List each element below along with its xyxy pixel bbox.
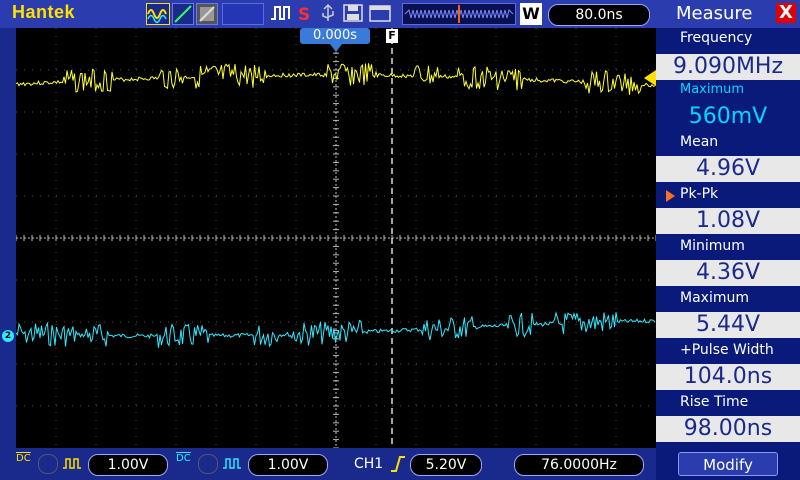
- trigger-frequency-display: 76.0000Hz: [514, 454, 644, 476]
- empty-slot: [222, 3, 264, 25]
- vector-mode-icon[interactable]: [172, 3, 194, 25]
- measure-value-pulse-width[interactable]: 104.0ns: [656, 364, 800, 390]
- measure-value-pk-pk[interactable]: 1.08V: [656, 208, 800, 234]
- trigger-time-marker[interactable]: 0.000s: [300, 28, 370, 44]
- measure-label-frequency: Frequency: [680, 30, 753, 46]
- measure-value-mean[interactable]: 4.96V: [656, 156, 800, 182]
- top-toolbar: Hantek S W 80.0ns: [0, 0, 656, 28]
- measure-label-minimum: Minimum: [680, 238, 745, 254]
- ch2-invert-icon[interactable]: [198, 454, 218, 474]
- ch1-coupling-icon[interactable]: DC: [16, 454, 32, 464]
- selected-indicator-icon: [666, 190, 675, 202]
- waveform-display-icon[interactable]: [146, 3, 170, 25]
- bottom-status-bar: DC 1.00V DC 1.00V CH1 5.20V 76.0000Hz: [0, 448, 656, 480]
- measure-value-rise-time[interactable]: 98.00ns: [656, 416, 800, 442]
- trigger-source-label[interactable]: CH1: [354, 456, 383, 472]
- measure-label-pulse-width: +Pulse Width: [680, 342, 774, 358]
- usb-icon: [318, 3, 338, 25]
- measure-label-mean: Mean: [680, 134, 719, 150]
- close-icon[interactable]: X: [776, 3, 796, 23]
- trigger-level-arrow[interactable]: [644, 70, 656, 86]
- pulse-trigger-icon[interactable]: [270, 3, 292, 25]
- ch2-bandwidth-icon[interactable]: [222, 454, 242, 476]
- trigger-position-arrow: [330, 44, 342, 52]
- ch1-bandwidth-icon[interactable]: [62, 454, 82, 476]
- measure-panel-title: Measure: [676, 3, 753, 24]
- ch1-invert-icon[interactable]: [38, 454, 58, 474]
- memory-overview-bar[interactable]: [402, 3, 516, 25]
- window-icon[interactable]: [368, 3, 392, 25]
- measure-value-maximum-2[interactable]: 5.44V: [656, 312, 800, 338]
- svg-text:S: S: [298, 5, 310, 23]
- save-icon[interactable]: [342, 3, 364, 25]
- trigger-point-marker: F: [386, 29, 398, 43]
- trigger-level-display[interactable]: 5.20V: [410, 454, 482, 476]
- measure-label-maximum-2: Maximum: [680, 290, 749, 306]
- ch2-ground-marker[interactable]: 2: [2, 330, 14, 342]
- measure-label-pk-pk: Pk-Pk: [680, 186, 719, 202]
- ch2-volts-div-display[interactable]: 1.00V: [248, 454, 328, 476]
- waveform-screen[interactable]: [16, 28, 656, 448]
- measure-value-frequency[interactable]: 9.090MHz: [656, 54, 800, 80]
- ch2-coupling-icon[interactable]: DC: [176, 454, 192, 464]
- brand-logo: Hantek: [12, 2, 76, 22]
- measure-label-maximum: Maximum: [680, 82, 745, 97]
- ch1-volts-div-display[interactable]: 1.00V: [88, 454, 168, 476]
- window-mode-badge[interactable]: W: [520, 3, 542, 25]
- modify-button[interactable]: Modify: [678, 452, 778, 476]
- measure-value-maximum[interactable]: 560mV: [656, 104, 800, 130]
- time-per-div-display[interactable]: 80.0ns: [548, 4, 650, 26]
- persist-mode-icon[interactable]: [196, 3, 218, 25]
- measure-label-rise-time: Rise Time: [680, 394, 749, 410]
- measure-panel-header: Measure X: [656, 0, 800, 28]
- graticule: [16, 28, 656, 448]
- measure-value-minimum[interactable]: 4.36V: [656, 260, 800, 286]
- stop-indicator-icon[interactable]: S: [296, 3, 314, 25]
- trigger-slope-icon[interactable]: [390, 454, 406, 478]
- measure-panel: Measure X Frequency 9.090MHz Maximum 560…: [656, 0, 800, 480]
